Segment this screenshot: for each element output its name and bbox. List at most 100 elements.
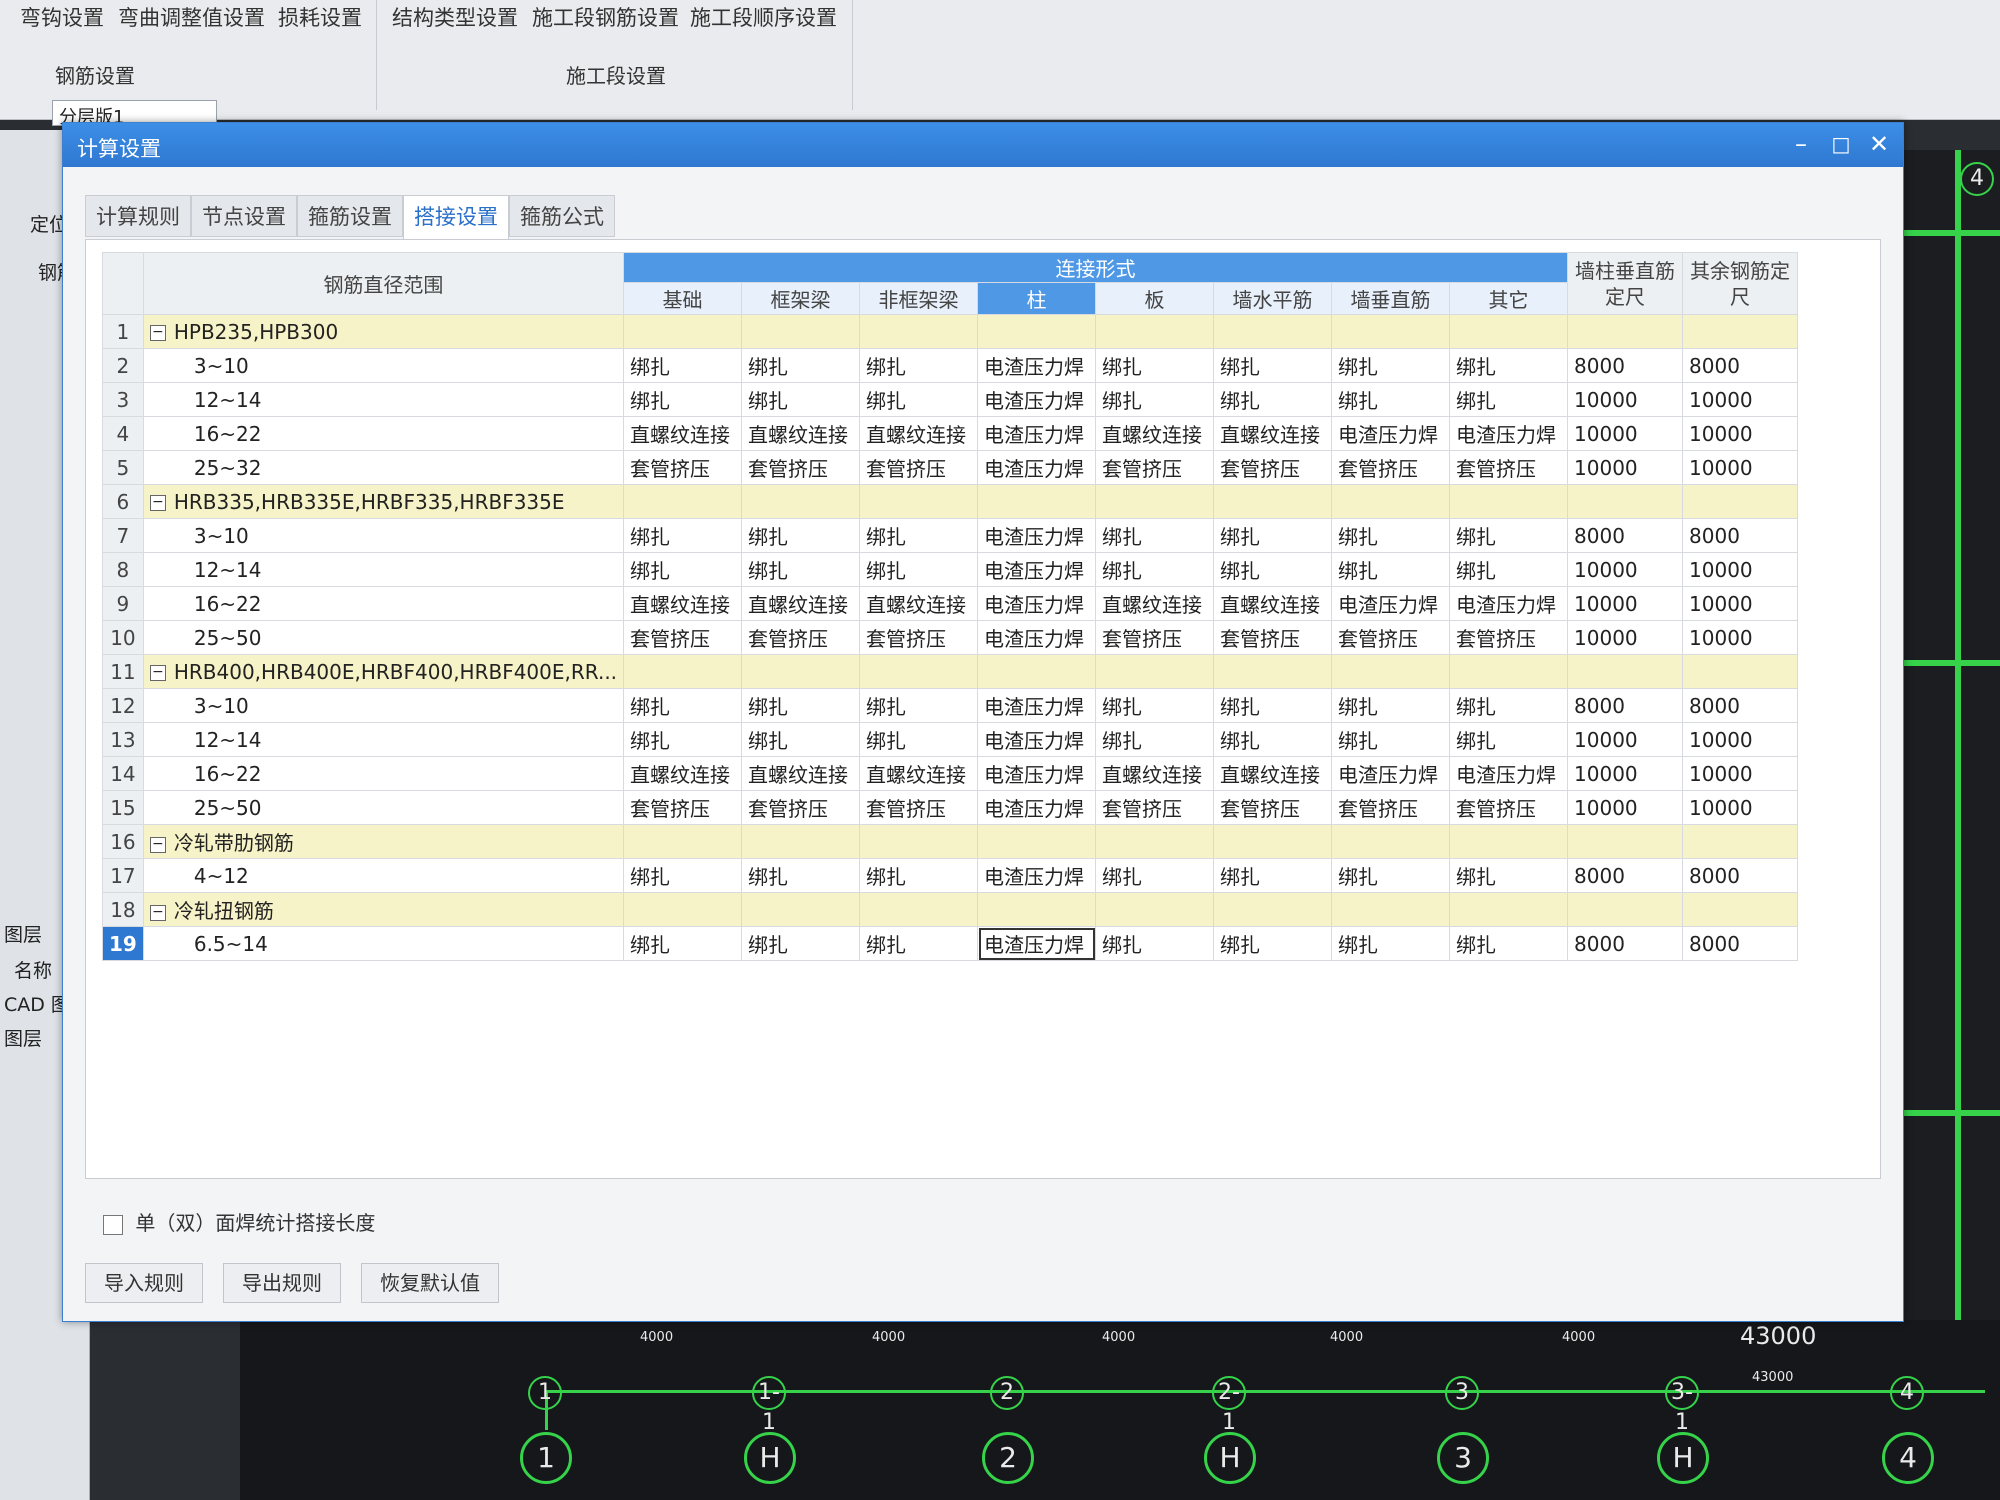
row-number[interactable]: 17 [102, 858, 144, 893]
diameter-range-cell[interactable]: 25~32 [142, 450, 625, 485]
stock-length-cell[interactable]: 10000 [1567, 552, 1684, 587]
header-conn-4[interactable]: 板 [1095, 282, 1215, 315]
connection-type-cell[interactable]: 直螺纹连接 [859, 416, 979, 451]
connection-type-cell[interactable]: 套管挤压 [1095, 620, 1215, 655]
connection-type-cell[interactable]: 绑扎 [1331, 722, 1451, 757]
connection-type-cell[interactable]: 电渣压力焊 [977, 348, 1097, 383]
connection-type-cell[interactable]: 绑扎 [1095, 382, 1215, 417]
diameter-range-cell[interactable]: 4~12 [142, 858, 625, 893]
connection-type-cell[interactable]: 直螺纹连接 [623, 586, 743, 621]
connection-type-cell[interactable]: 绑扎 [859, 722, 979, 757]
row-number[interactable]: 18 [102, 892, 144, 927]
header-conn-0[interactable]: 基础 [623, 282, 743, 315]
connection-type-cell[interactable]: 绑扎 [1095, 858, 1215, 893]
connection-type-cell[interactable]: 绑扎 [741, 382, 861, 417]
connection-type-cell[interactable]: 绑扎 [623, 858, 743, 893]
grid-row[interactable]: 5 25~32 套管挤压 套管挤压 套管挤压 电渣压力焊 套管挤压 套管挤压 套管挤压 套管挤压 1… [102, 450, 1799, 485]
connection-type-cell[interactable]: 绑扎 [1331, 858, 1451, 893]
connection-type-cell[interactable]: 绑扎 [1449, 518, 1569, 553]
connection-type-cell[interactable]: 电渣压力焊 [1331, 416, 1451, 451]
connection-type-cell[interactable]: 套管挤压 [623, 790, 743, 825]
stock-length-cell[interactable]: 10000 [1682, 450, 1799, 485]
grid-row[interactable]: 19 6.5~14 绑扎 绑扎 绑扎 电渣压力焊 绑扎 绑扎 绑扎 绑扎 8000 8000 [102, 926, 1799, 961]
connection-type-cell[interactable]: 绑扎 [1449, 552, 1569, 587]
grade-group-cell[interactable]: − 冷轧扭钢筋 [142, 892, 625, 927]
stock-length-cell[interactable]: 10000 [1682, 586, 1799, 621]
connection-type-cell[interactable]: 电渣压力焊 [977, 416, 1097, 451]
stock-length-cell[interactable]: 10000 [1682, 382, 1799, 417]
connection-type-cell[interactable]: 直螺纹连接 [1095, 756, 1215, 791]
connection-type-cell[interactable]: 套管挤压 [741, 620, 861, 655]
header-conn-3[interactable]: 柱 [977, 282, 1097, 315]
import-rules-button[interactable]: 导入规则 [85, 1263, 203, 1303]
connection-type-cell[interactable]: 绑扎 [1213, 858, 1333, 893]
cad-canvas-bottom[interactable]: 4000 4000 4000 4000 4000 43000 43000 1 1… [240, 1320, 2000, 1500]
grid-row[interactable]: 7 3~10 绑扎 绑扎 绑扎 电渣压力焊 绑扎 绑扎 绑扎 绑扎 8000 8000 [102, 518, 1799, 553]
row-number[interactable]: 14 [102, 756, 144, 791]
connection-type-cell[interactable]: 绑扎 [1449, 348, 1569, 383]
connection-type-cell[interactable]: 绑扎 [859, 926, 979, 961]
connection-type-cell[interactable]: 电渣压力焊 [977, 756, 1097, 791]
collapse-icon[interactable]: − [149, 904, 166, 921]
ribbon-hook-settings[interactable]: 弯钩设置 [20, 2, 104, 32]
connection-type-cell[interactable]: 套管挤压 [1095, 450, 1215, 485]
collapse-icon[interactable]: − [149, 665, 166, 681]
connection-type-cell[interactable]: 直螺纹连接 [741, 586, 861, 621]
connection-type-cell[interactable]: 套管挤压 [1213, 450, 1333, 485]
diameter-range-cell[interactable]: 3~10 [142, 688, 625, 723]
connection-type-cell[interactable]: 绑扎 [623, 926, 743, 961]
close-icon[interactable]: ✕ [1863, 129, 1895, 159]
stock-length-cell[interactable]: 10000 [1567, 416, 1684, 451]
connection-type-cell[interactable]: 电渣压力焊 [1331, 756, 1451, 791]
collapse-icon[interactable]: − [149, 325, 166, 341]
connection-type-cell[interactable]: 绑扎 [1331, 688, 1451, 723]
connection-type-cell[interactable]: 绑扎 [623, 348, 743, 383]
grid-row[interactable]: 9 16~22 直螺纹连接 直螺纹连接 直螺纹连接 电渣压力焊 直螺纹连接 直螺纹连接 电渣压力… [102, 586, 1799, 621]
grade-group-cell[interactable]: − HRB335,HRB335E,HRBF335,HRBF335E [142, 484, 625, 519]
export-rules-button[interactable]: 导出规则 [223, 1263, 341, 1303]
diameter-range-cell[interactable]: 12~14 [142, 722, 625, 757]
connection-type-cell[interactable]: 绑扎 [1213, 552, 1333, 587]
connection-type-cell[interactable]: 绑扎 [623, 382, 743, 417]
connection-type-cell[interactable]: 绑扎 [859, 382, 979, 417]
tab-lap-settings[interactable]: 搭接设置 [403, 195, 509, 241]
connection-type-cell[interactable]: 电渣压力焊 [1449, 756, 1569, 791]
row-number[interactable]: 8 [102, 552, 144, 587]
grid-row[interactable]: 12 3~10 绑扎 绑扎 绑扎 电渣压力焊 绑扎 绑扎 绑扎 绑扎 8000 8000 [102, 688, 1799, 723]
row-number[interactable]: 4 [102, 416, 144, 451]
connection-type-cell[interactable]: 绑扎 [1331, 348, 1451, 383]
diameter-range-cell[interactable]: 25~50 [142, 620, 625, 655]
diameter-range-cell[interactable]: 3~10 [142, 518, 625, 553]
stock-length-cell[interactable]: 10000 [1682, 790, 1799, 825]
connection-type-cell[interactable]: 套管挤压 [1213, 790, 1333, 825]
grid-row[interactable]: 14 16~22 直螺纹连接 直螺纹连接 直螺纹连接 电渣压力焊 直螺纹连接 直螺纹连接 电渣压… [102, 756, 1799, 791]
header-conn-6[interactable]: 墙垂直筋 [1331, 282, 1451, 315]
grid-row[interactable]: 17 4~12 绑扎 绑扎 绑扎 电渣压力焊 绑扎 绑扎 绑扎 绑扎 8000 8000 [102, 858, 1799, 893]
connection-type-cell[interactable]: 套管挤压 [1331, 620, 1451, 655]
maximize-icon[interactable]: □ [1825, 129, 1857, 159]
connection-type-cell[interactable]: 绑扎 [1095, 926, 1215, 961]
ribbon-structure-type[interactable]: 结构类型设置 [392, 2, 518, 32]
connection-type-cell[interactable]: 绑扎 [1213, 926, 1333, 961]
connection-type-cell[interactable]: 套管挤压 [1331, 450, 1451, 485]
stock-length-cell[interactable]: 8000 [1682, 518, 1799, 553]
connection-type-cell[interactable]: 电渣压力焊 [1449, 416, 1569, 451]
connection-type-cell[interactable]: 绑扎 [1331, 552, 1451, 587]
connection-type-cell[interactable]: 直螺纹连接 [1213, 756, 1333, 791]
row-number[interactable]: 7 [102, 518, 144, 553]
header-range[interactable]: 钢筋直径范围 [142, 252, 625, 315]
row-number[interactable]: 1 [102, 314, 144, 349]
connection-type-cell[interactable]: 电渣压力焊 [977, 688, 1097, 723]
connection-type-cell[interactable]: 绑扎 [1213, 688, 1333, 723]
connection-type-cell[interactable]: 绑扎 [1449, 382, 1569, 417]
connection-type-cell[interactable]: 套管挤压 [1449, 450, 1569, 485]
connection-type-cell[interactable]: 绑扎 [1331, 382, 1451, 417]
connection-type-cell[interactable]: 绑扎 [741, 926, 861, 961]
row-number[interactable]: 9 [102, 586, 144, 621]
row-number[interactable]: 10 [102, 620, 144, 655]
diameter-range-cell[interactable]: 16~22 [142, 586, 625, 621]
dialog-titlebar[interactable]: 计算设置 – □ ✕ [63, 123, 1903, 167]
stock-length-cell[interactable]: 8000 [1567, 688, 1684, 723]
tab-node-settings[interactable]: 节点设置 [191, 195, 297, 237]
row-number[interactable]: 11 [102, 654, 144, 689]
